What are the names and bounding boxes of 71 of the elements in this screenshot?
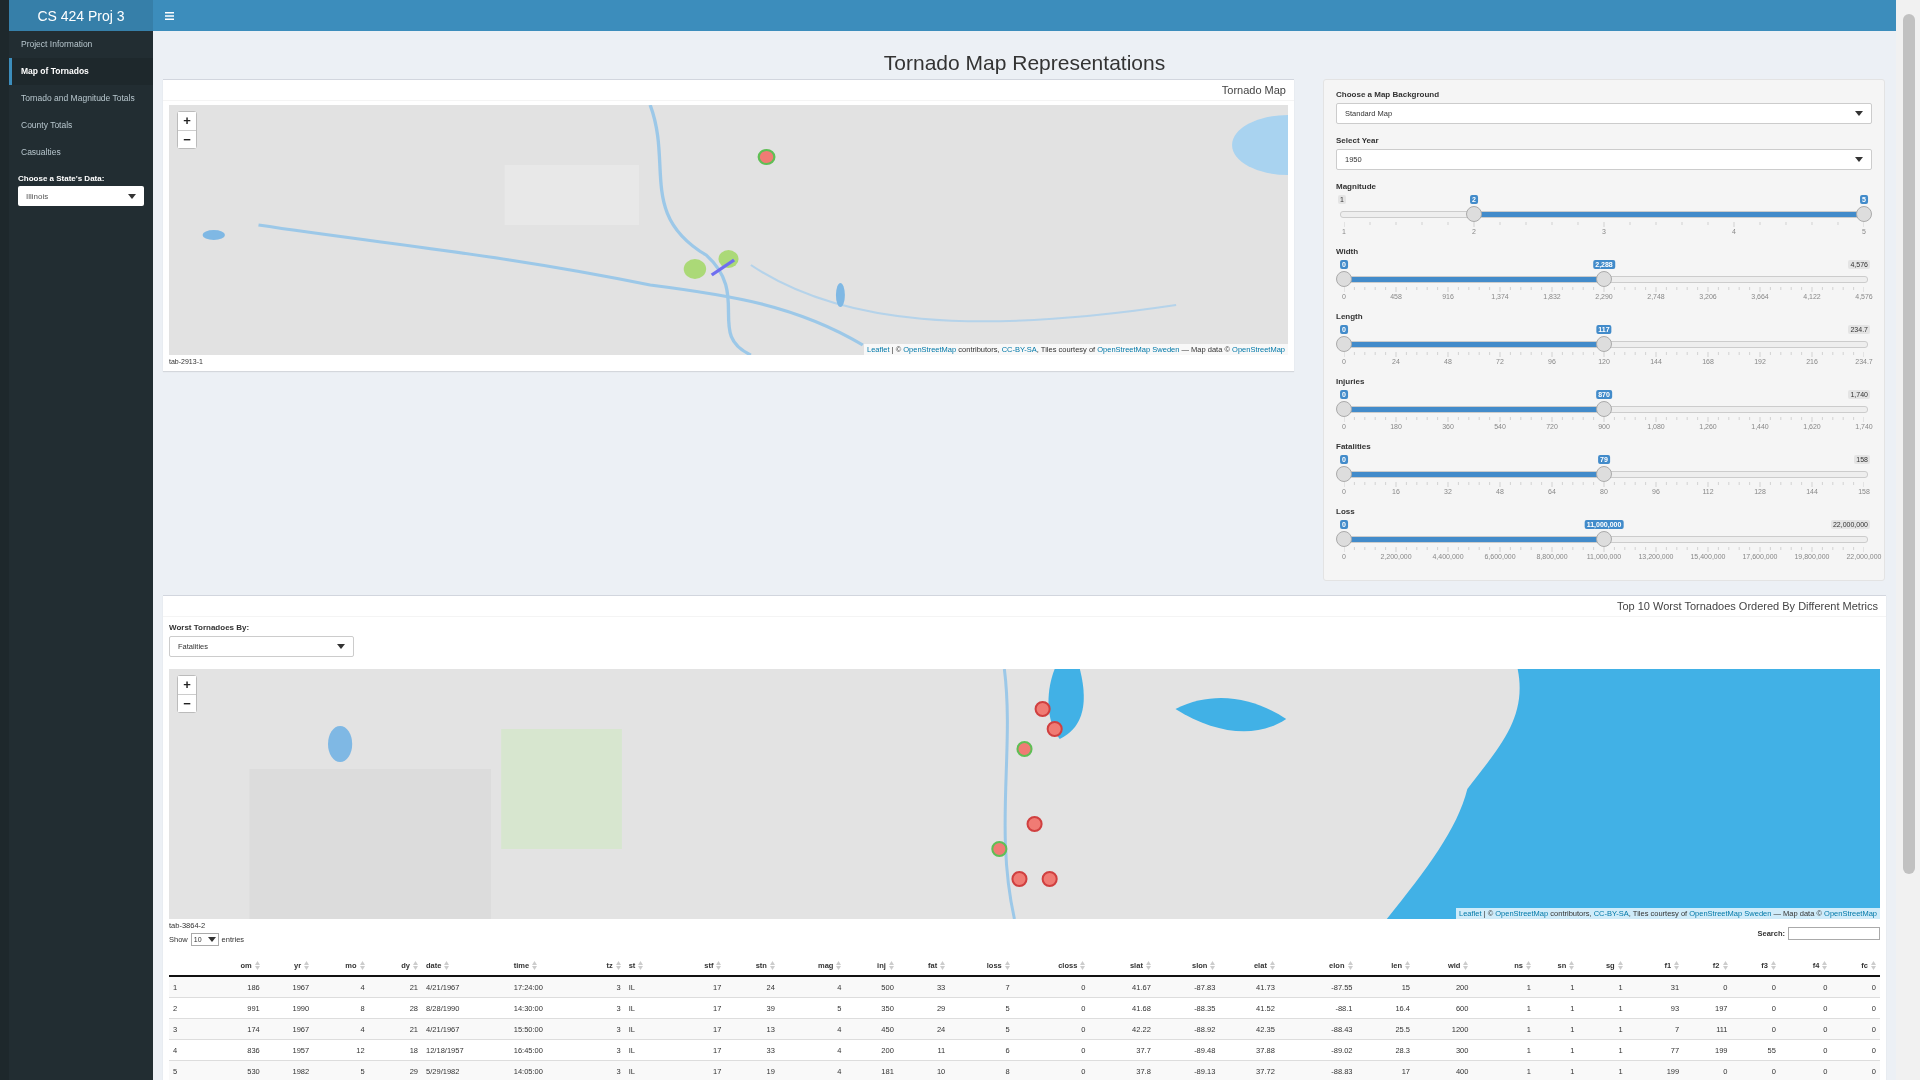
sort-icon[interactable] [1463, 961, 1469, 970]
caret-icon [207, 937, 216, 942]
slider-handle[interactable] [1596, 336, 1612, 352]
scrollbar[interactable] [1896, 0, 1920, 1080]
sidebar-item[interactable]: Project Information [9, 31, 153, 58]
slider-label: Length [1336, 312, 1364, 321]
field-label: Choose a Map Background [1336, 90, 1441, 99]
caret-icon [337, 644, 345, 649]
slider-handle[interactable] [1336, 271, 1352, 287]
slider-label: Loss [1336, 507, 1356, 516]
caret-icon [1855, 111, 1863, 116]
slider-handle[interactable] [1336, 336, 1352, 352]
card-title: Top 10 Worst Tornadoes Ordered By Different Metrics [1616, 600, 1878, 612]
sort-icon[interactable] [1822, 961, 1828, 970]
sidebar-item[interactable]: Map of Tornados [9, 58, 153, 85]
slider-handle[interactable] [1856, 206, 1872, 222]
field-label: Select Year [1336, 136, 1380, 145]
sort-icon[interactable] [413, 961, 419, 970]
sort-icon[interactable] [1080, 961, 1086, 970]
sort-icon[interactable] [638, 961, 644, 970]
field-label: Worst Tornadoes By: [169, 623, 251, 632]
sort-icon[interactable] [359, 961, 365, 970]
state-select-label: Choose a State's Data: [17, 173, 106, 185]
search-field[interactable] [1788, 927, 1880, 940]
sort-icon[interactable] [254, 961, 260, 970]
sort-icon[interactable] [1722, 961, 1728, 970]
sort-icon[interactable] [716, 961, 722, 970]
caret-icon [1855, 157, 1863, 162]
sort-icon[interactable] [1347, 961, 1353, 970]
slider-label: Width [1336, 247, 1360, 256]
sort-icon[interactable] [1770, 961, 1776, 970]
slider-label: Fatalities [1336, 442, 1372, 451]
slider-handle[interactable] [1336, 531, 1352, 547]
sort-icon[interactable] [1269, 961, 1275, 970]
sort-icon[interactable] [615, 961, 621, 970]
page-title: Tornado Map Representations [882, 51, 1167, 75]
sort-icon[interactable] [304, 961, 310, 970]
state-select[interactable]: Illinois [18, 186, 144, 206]
sort-icon[interactable] [1871, 961, 1876, 970]
sort-icon[interactable] [888, 961, 894, 970]
menu-icon[interactable] [165, 11, 174, 20]
zoom-out-button[interactable]: − [178, 130, 196, 148]
app-title: CS 424 Proj 3 [9, 0, 153, 31]
slider-label: Injuries [1336, 377, 1366, 386]
slider-label: Magnitude [1336, 182, 1377, 191]
slider-handle[interactable] [1596, 466, 1612, 482]
sort-icon[interactable] [532, 961, 538, 970]
sort-icon[interactable] [1210, 961, 1216, 970]
sort-icon[interactable] [1674, 961, 1680, 970]
card-title: Tornado Map [1221, 84, 1286, 96]
slider-handle[interactable] [1336, 466, 1352, 482]
sidebar-item[interactable]: County Totals [9, 112, 153, 139]
slider-handle[interactable] [1466, 206, 1482, 222]
sidebar-item[interactable]: Tornado and Magnitude Totals [9, 85, 153, 112]
sort-icon[interactable] [444, 961, 450, 970]
sort-icon[interactable] [769, 961, 775, 970]
sort-icon[interactable] [940, 961, 946, 970]
slider-handle[interactable] [1596, 401, 1612, 417]
zoom-out-button[interactable]: − [178, 694, 196, 712]
sort-icon[interactable] [1405, 961, 1410, 970]
sidebar-item[interactable]: Casualties [9, 139, 153, 166]
sort-icon[interactable] [1569, 961, 1575, 970]
sort-icon[interactable] [1617, 961, 1623, 970]
sort-icon[interactable] [1145, 961, 1151, 970]
slider-handle[interactable] [1596, 271, 1612, 287]
caret-icon [128, 193, 136, 199]
sort-icon[interactable] [836, 961, 842, 970]
sort-icon[interactable] [1525, 961, 1531, 970]
sort-icon[interactable] [1004, 961, 1010, 970]
slider-handle[interactable] [1596, 531, 1612, 547]
slider-handle[interactable] [1336, 401, 1352, 417]
